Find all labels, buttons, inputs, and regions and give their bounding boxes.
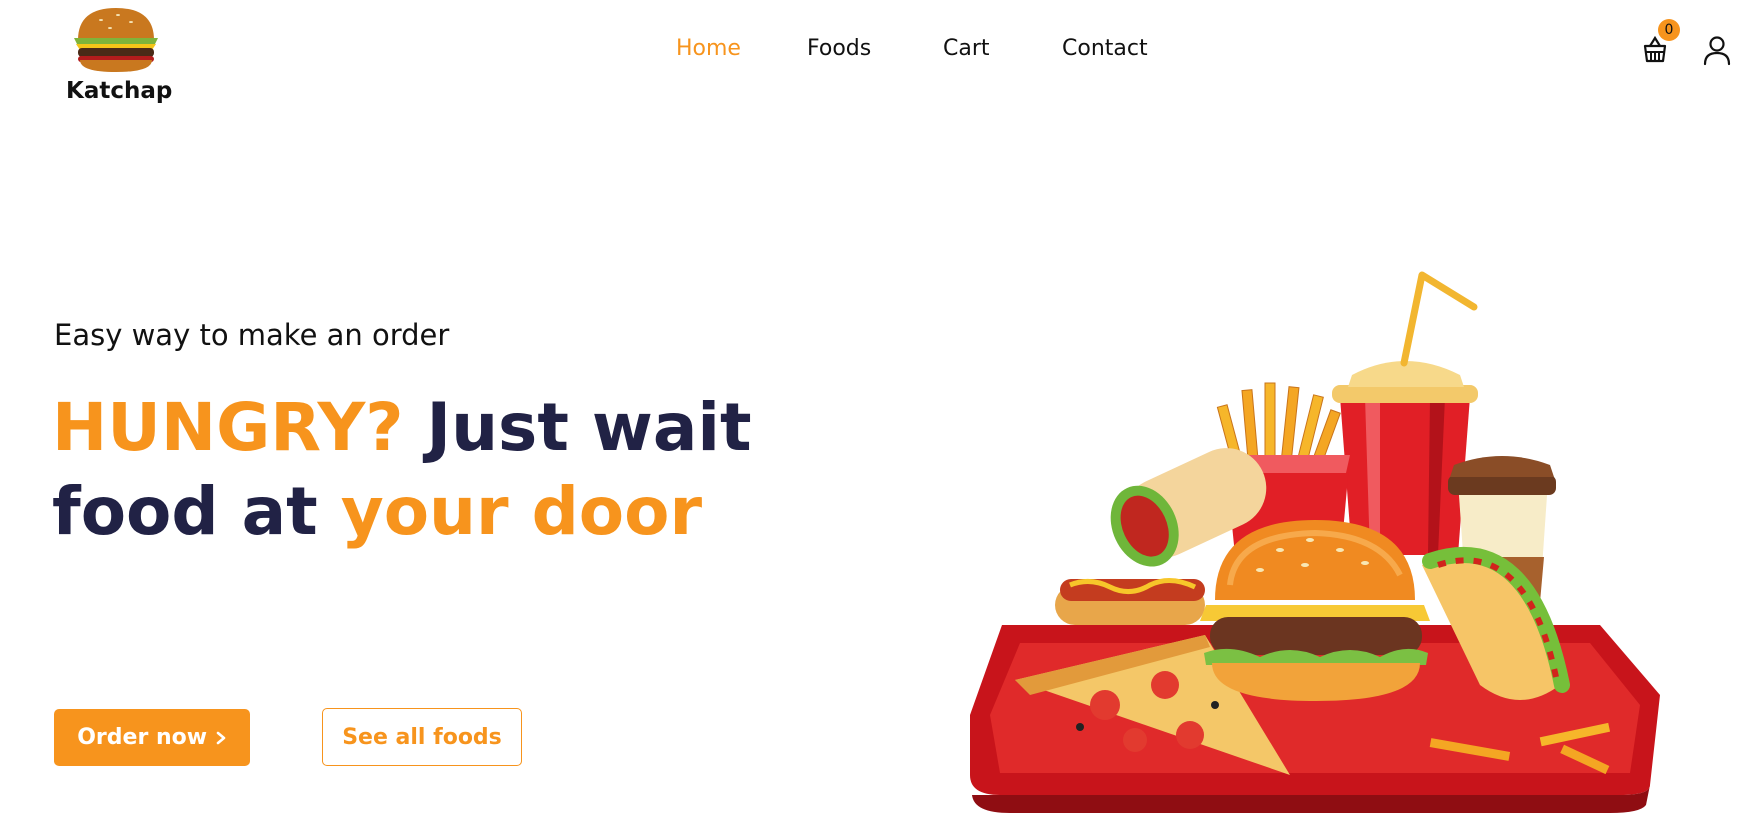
order-now-button[interactable]: Order now [54, 709, 250, 766]
nav-contact-link[interactable]: Contact [1062, 36, 1148, 61]
hero-subtitle: Easy way to make an order [54, 318, 450, 352]
nav-home-link[interactable]: Home [676, 36, 741, 61]
hero-headline: HUNGRY? Just wait food at your door [52, 386, 752, 554]
fast-food-tray-illustration [970, 271, 1660, 813]
see-all-foods-button[interactable]: See all foods [322, 708, 522, 766]
headline-your-door: your door [340, 473, 703, 550]
brand-name: Katchap [66, 78, 173, 104]
user-icon[interactable] [1702, 34, 1732, 66]
main-nav: Home Foods Cart Contact [0, 36, 1753, 66]
order-now-label: Order now [77, 725, 208, 750]
nav-foods-link[interactable]: Foods [807, 36, 871, 61]
headline-just-wait: Just wait [403, 389, 752, 466]
chevron-right-icon [216, 731, 226, 745]
cart-count-badge: 0 [1658, 19, 1680, 41]
headline-hungry: HUNGRY? [52, 389, 404, 466]
nav-cart-link[interactable]: Cart [943, 36, 990, 61]
headline-food-at: food at [52, 473, 341, 550]
